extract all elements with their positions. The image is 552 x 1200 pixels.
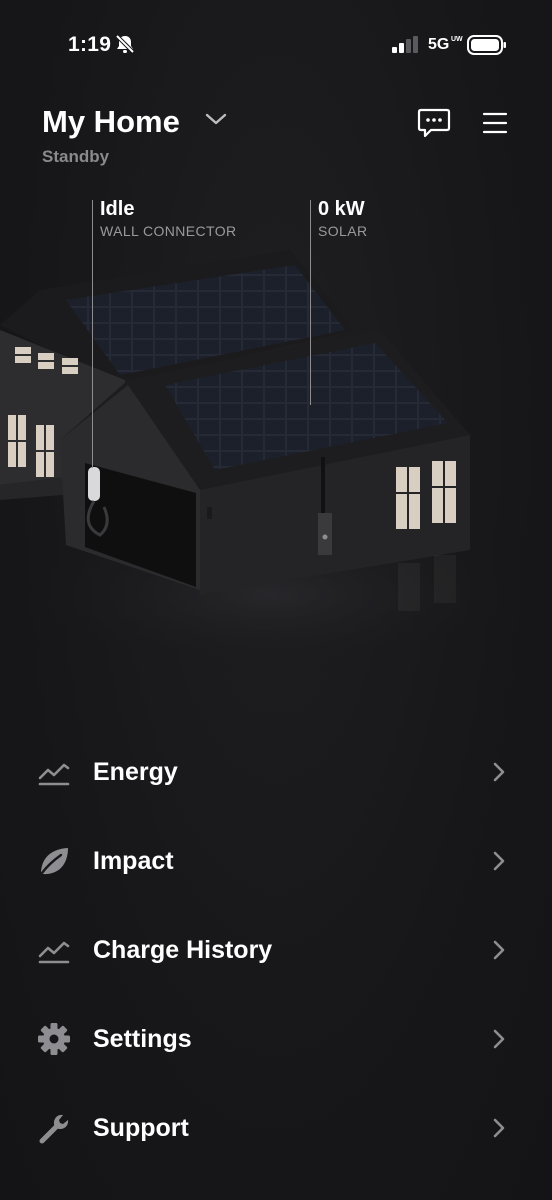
home-title[interactable]: My Home bbox=[42, 104, 180, 140]
chevron-right-icon bbox=[493, 1029, 505, 1049]
home-screen: 1:19 5G UW My Home Standby Idle WALL CON… bbox=[0, 0, 552, 1200]
home-status: Standby bbox=[42, 147, 110, 166]
solar-callout-line bbox=[310, 200, 311, 405]
menu-label-charge-history: Charge History bbox=[93, 936, 273, 964]
menu-label-energy: Energy bbox=[93, 758, 178, 786]
battery-icon bbox=[467, 35, 506, 55]
line-chart-icon bbox=[38, 941, 70, 964]
menu-label-support: Support bbox=[93, 1114, 189, 1142]
wall-connector-status[interactable]: Idle bbox=[100, 198, 134, 221]
status-time: 1:19 bbox=[68, 33, 112, 56]
solar-label: SOLAR bbox=[318, 223, 368, 239]
wall-connector-callout-line bbox=[92, 200, 93, 468]
chevron-right-icon bbox=[493, 940, 505, 960]
menu-label-settings: Settings bbox=[93, 1025, 192, 1053]
wrench-icon bbox=[39, 1114, 69, 1144]
line-chart-icon bbox=[38, 763, 70, 786]
menu-item-energy[interactable]: Energy bbox=[0, 728, 552, 817]
chevron-right-icon bbox=[493, 1118, 505, 1138]
menu-item-support[interactable]: Support bbox=[0, 1084, 552, 1173]
chevron-down-icon[interactable] bbox=[205, 112, 227, 126]
leaf-icon bbox=[40, 848, 68, 875]
menu-item-settings[interactable]: Settings bbox=[0, 995, 552, 1084]
chevron-right-icon bbox=[493, 762, 505, 782]
network-label: 5G bbox=[428, 36, 450, 53]
menu-item-charge-history[interactable]: Charge History bbox=[0, 906, 552, 995]
network-sub-label: UW bbox=[451, 36, 463, 43]
gear-icon bbox=[38, 1023, 70, 1055]
menu-label-impact: Impact bbox=[93, 847, 174, 875]
menu-item-impact[interactable]: Impact bbox=[0, 817, 552, 906]
status-bar: 1:19 5G UW bbox=[0, 0, 552, 90]
wall-connector-label: WALL CONNECTOR bbox=[100, 223, 237, 239]
house-illustration bbox=[0, 250, 530, 675]
chat-icon[interactable] bbox=[417, 108, 451, 138]
chevron-right-icon bbox=[493, 851, 505, 871]
signal-icon bbox=[392, 36, 418, 53]
hamburger-menu-icon[interactable] bbox=[481, 110, 509, 136]
solar-power-value[interactable]: 0 kW bbox=[318, 198, 365, 221]
bell-slash-icon bbox=[115, 34, 135, 54]
